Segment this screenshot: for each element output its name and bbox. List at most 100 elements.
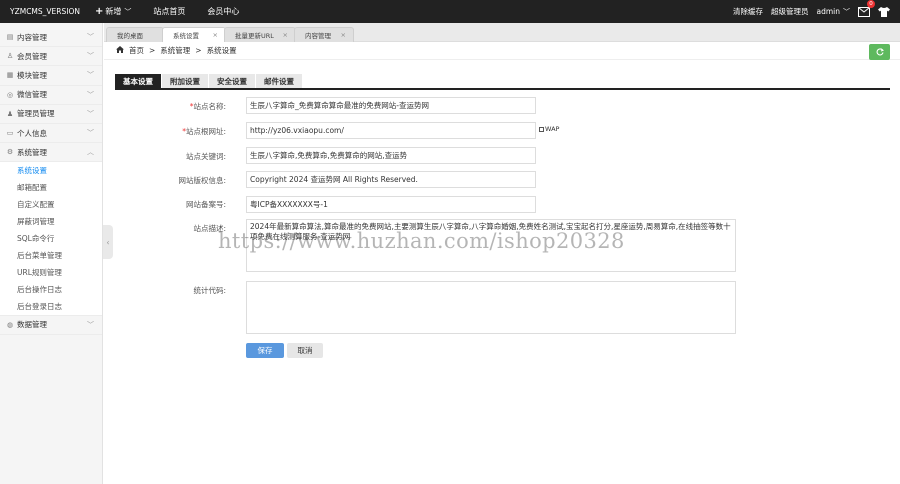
system-submenu: 系统设置 邮箱配置 自定义配置 屏蔽词管理 SQL命令行 后台菜单管理 URL规… bbox=[0, 162, 102, 316]
tab-label: 内容管理 bbox=[305, 32, 331, 40]
submenu-custom-config[interactable]: 自定义配置 bbox=[0, 196, 102, 213]
submenu-admin-menu[interactable]: 后台菜单管理 bbox=[0, 247, 102, 264]
chevron-down-icon: ﹀ bbox=[87, 90, 94, 99]
icp-input[interactable]: 粤ICP备XXXXXXX号-1 bbox=[246, 196, 536, 213]
site-url-label: *站点根网址: bbox=[182, 126, 226, 137]
cancel-button[interactable]: 取消 bbox=[287, 343, 323, 358]
sidebar-item-members[interactable]: ♙ 会员管理 ﹀ bbox=[0, 47, 102, 67]
tab-label: 批量更新URL bbox=[235, 32, 274, 40]
chevron-down-icon: ﹀ bbox=[87, 33, 94, 42]
chevron-up-icon: ︿ bbox=[87, 148, 94, 157]
chevron-down-icon: ﹀ bbox=[87, 109, 94, 118]
sidebar-item-label: 个人信息 bbox=[17, 128, 47, 138]
submenu-sql[interactable]: SQL命令行 bbox=[0, 230, 102, 247]
sidebar-item-system[interactable]: ⚙ 系统管理 ︿ bbox=[0, 143, 102, 163]
users-icon: ♙ bbox=[6, 52, 14, 61]
chevron-down-icon: ﹀ bbox=[87, 320, 94, 329]
sidebar-item-content[interactable]: ▤ 内容管理 ﹀ bbox=[0, 28, 102, 48]
submenu-system-settings[interactable]: 系统设置 bbox=[0, 162, 102, 179]
sidebar-item-data[interactable]: ◍ 数据管理 ﹀ bbox=[0, 315, 102, 335]
chevron-left-icon: ‹ bbox=[106, 237, 110, 247]
site-url-input[interactable]: http://yz06.vxiaopu.com/ bbox=[246, 122, 536, 139]
database-icon: ◍ bbox=[6, 320, 14, 329]
chevron-down-icon: ﹀ bbox=[124, 7, 132, 16]
top-navbar: YZMCMS_VERSION + 新增 ﹀ 站点首页 会员中心 清除缓存 超级管… bbox=[0, 0, 900, 23]
sidebar-item-label: 管理员管理 bbox=[17, 109, 55, 119]
breadcrumb-level1: 系统管理 bbox=[160, 46, 191, 55]
add-new-menu[interactable]: + 新增 ﹀ bbox=[84, 6, 142, 17]
description-textarea[interactable]: 2024年最新算命算法,算命最准的免费网站,主要测算生辰八字算命,八字算命婚姻,… bbox=[246, 219, 736, 272]
tab-basic-settings[interactable]: 基本设置 bbox=[115, 74, 161, 88]
sidebar-item-modules[interactable]: ▦ 模块管理 ﹀ bbox=[0, 66, 102, 86]
submenu-url-rules[interactable]: URL规则管理 bbox=[0, 264, 102, 281]
site-name-input[interactable]: 生辰八字算命_免费算命算命最准的免费网站-查运势网 bbox=[246, 97, 536, 114]
tab-bar: 我的桌面 系统设置 × 批量更新URL × 内容管理 × bbox=[104, 23, 900, 42]
breadcrumb-separator: > bbox=[149, 46, 156, 55]
keywords-input[interactable]: 生辰八字算命,免费算命,免费算命的网站,查运势 bbox=[246, 147, 536, 164]
tab-desktop[interactable]: 我的桌面 bbox=[106, 27, 164, 42]
wap-checkbox[interactable]: WAP bbox=[539, 125, 559, 133]
breadcrumb-separator: > bbox=[195, 46, 202, 55]
clear-cache-link[interactable]: 清除缓存 bbox=[733, 6, 763, 17]
refresh-icon bbox=[876, 48, 884, 56]
brand-logo[interactable]: YZMCMS_VERSION bbox=[0, 7, 84, 16]
tab-batch-url[interactable]: 批量更新URL × bbox=[224, 27, 296, 42]
wap-label: WAP bbox=[545, 125, 560, 133]
settings-tabs: 基本设置 附加设置 安全设置 邮件设置 bbox=[115, 74, 890, 90]
submenu-operation-log[interactable]: 后台操作日志 bbox=[0, 281, 102, 298]
tab-mail-settings[interactable]: 邮件设置 bbox=[256, 74, 302, 88]
member-center-link[interactable]: 会员中心 bbox=[196, 6, 250, 17]
chevron-down-icon: ﹀ bbox=[843, 7, 850, 16]
copyright-label: 网站版权信息: bbox=[178, 176, 226, 185]
sidebar-item-label: 数据管理 bbox=[17, 320, 47, 330]
mail-icon bbox=[858, 6, 870, 17]
tab-security-settings[interactable]: 安全设置 bbox=[209, 74, 255, 88]
tab-label: 我的桌面 bbox=[117, 32, 143, 40]
admin-icon: ♟ bbox=[6, 109, 14, 118]
list-icon: ▤ bbox=[6, 33, 14, 42]
wechat-icon: ◎ bbox=[6, 90, 14, 99]
close-icon[interactable]: × bbox=[341, 31, 346, 39]
home-icon bbox=[116, 46, 124, 55]
sidebar-collapse-handle[interactable]: ‹ bbox=[103, 225, 113, 259]
username: admin bbox=[816, 7, 841, 16]
close-icon[interactable]: × bbox=[283, 31, 288, 39]
id-card-icon: ▭ bbox=[6, 129, 14, 138]
message-button[interactable]: 0 bbox=[858, 0, 875, 17]
close-icon[interactable]: × bbox=[213, 31, 218, 39]
user-menu[interactable]: admin ﹀ bbox=[817, 7, 851, 17]
submenu-login-log[interactable]: 后台登录日志 bbox=[0, 298, 102, 315]
grid-icon: ▦ bbox=[6, 71, 14, 80]
breadcrumb-home[interactable]: 首页 bbox=[129, 45, 144, 56]
sidebar-item-admins[interactable]: ♟ 管理员管理 ﹀ bbox=[0, 105, 102, 124]
submenu-email-config[interactable]: 邮箱配置 bbox=[0, 179, 102, 196]
label-text: 站点根网址: bbox=[185, 127, 226, 136]
sidebar-item-profile[interactable]: ▭ 个人信息 ﹀ bbox=[0, 124, 102, 144]
refresh-button[interactable] bbox=[869, 44, 890, 60]
tab-system-settings[interactable]: 系统设置 × bbox=[162, 27, 226, 42]
tab-extra-settings[interactable]: 附加设置 bbox=[162, 74, 208, 88]
icp-label: 网站备案号: bbox=[185, 200, 226, 209]
sidebar-item-label: 模块管理 bbox=[17, 70, 47, 80]
chevron-down-icon: ﹀ bbox=[87, 129, 94, 138]
copyright-input[interactable]: Copyright 2024 查运势网 All Rights Reserved. bbox=[246, 171, 536, 188]
description-label: 站点描述: bbox=[193, 224, 226, 233]
message-count-badge: 0 bbox=[867, 0, 875, 8]
submenu-blocked-words[interactable]: 屏蔽词管理 bbox=[0, 213, 102, 230]
sidebar-item-label: 微信管理 bbox=[17, 90, 47, 100]
user-role: 超级管理员 bbox=[771, 7, 809, 16]
stats-code-textarea[interactable] bbox=[246, 281, 736, 334]
sidebar-item-label: 内容管理 bbox=[17, 32, 47, 42]
tab-content[interactable]: 内容管理 × bbox=[294, 27, 354, 42]
label-text: 站点名称: bbox=[193, 102, 226, 111]
sidebar-item-wechat[interactable]: ◎ 微信管理 ﹀ bbox=[0, 86, 102, 105]
keywords-label: 站点关键词: bbox=[185, 152, 226, 161]
add-new-label: 新增 bbox=[105, 7, 122, 16]
site-home-link[interactable]: 站点首页 bbox=[142, 6, 196, 17]
save-button[interactable]: 保存 bbox=[246, 343, 284, 358]
sidebar-item-label: 系统管理 bbox=[17, 147, 47, 157]
breadcrumb: 首页 > 系统管理 > 系统设置 bbox=[104, 42, 900, 60]
site-name-label: *站点名称: bbox=[190, 101, 226, 112]
checkbox-icon bbox=[539, 126, 544, 132]
skin-button[interactable] bbox=[878, 6, 890, 17]
